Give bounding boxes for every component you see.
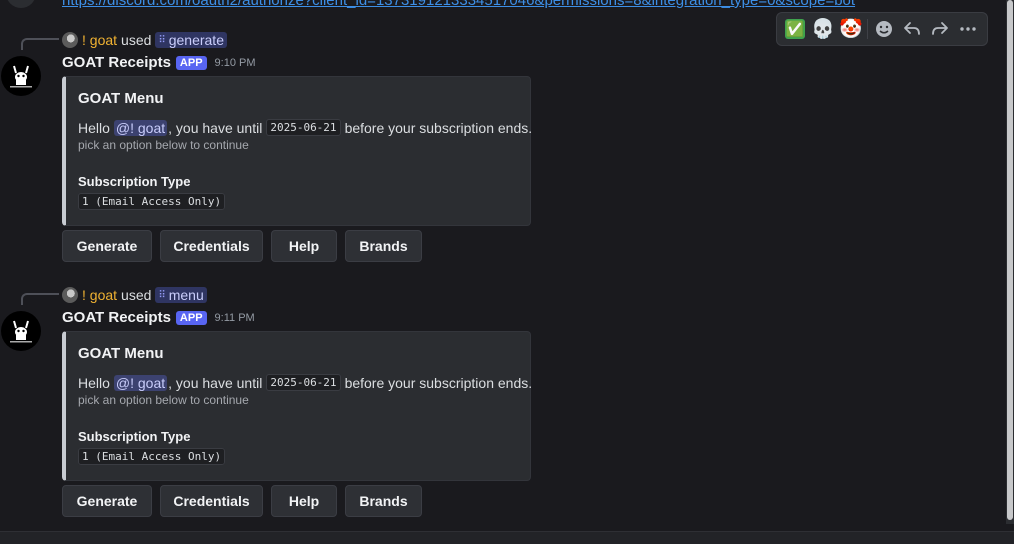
message-header: GOAT Receipts APP 9:11 PM <box>62 309 255 326</box>
timestamp[interactable]: 9:10 PM <box>215 57 256 69</box>
reply-username[interactable]: ! goat <box>82 287 117 303</box>
reply-username[interactable]: ! goat <box>82 32 117 48</box>
reply-avatar <box>62 32 78 48</box>
reply-used-label: used <box>121 32 152 48</box>
app-tag: APP <box>175 310 207 325</box>
previous-avatar[interactable] <box>6 0 36 8</box>
embed-card: GOAT Menu Hello @! goat , you have until… <box>62 331 532 481</box>
forward-icon <box>932 22 948 35</box>
command-chip[interactable]: ⠿ generate <box>155 32 227 48</box>
credentials-button[interactable]: Credentials <box>160 485 263 517</box>
expiry-date: 2025-06-21 <box>266 119 341 136</box>
field-value: 1 (Email Access Only) <box>78 192 226 210</box>
smile-icon <box>876 21 892 37</box>
command-name: generate <box>168 32 224 48</box>
embed-subtext: pick an option below to continue <box>78 393 249 407</box>
skull-icon: 💀 <box>811 19 835 40</box>
clown-icon: 🤡 <box>839 19 863 40</box>
expiry-date: 2025-06-21 <box>266 374 341 391</box>
chat-area: https://discord.com/oauth2/authorize?cli… <box>0 0 1004 532</box>
app-tag: APP <box>175 55 207 70</box>
scrollbar[interactable] <box>1006 0 1014 524</box>
command-name: menu <box>168 287 204 303</box>
author-name[interactable]: GOAT Receipts <box>62 54 171 71</box>
command-chip[interactable]: ⠿ menu <box>155 287 207 303</box>
reply-connector <box>21 293 59 305</box>
bot-avatar[interactable] <box>1 311 41 351</box>
embed-description: Hello @! goat , you have until 2025-06-2… <box>78 374 532 391</box>
add-reaction-button[interactable] <box>870 15 898 43</box>
reply-reference[interactable]: ! goat used ⠿ generate <box>62 31 227 49</box>
reply-used-label: used <box>121 287 152 303</box>
timestamp[interactable]: 9:11 PM <box>215 312 255 324</box>
slash-command-icon: ⠿ <box>158 289 166 301</box>
oauth-link[interactable]: https://discord.com/oauth2/authorize?cli… <box>62 0 882 9</box>
embed-subtext: pick an option below to continue <box>78 138 249 152</box>
help-button[interactable]: Help <box>271 230 337 262</box>
field-value: 1 (Email Access Only) <box>78 447 226 465</box>
reply-avatar <box>62 287 78 303</box>
embed-card: GOAT Menu Hello @! goat , you have until… <box>62 76 532 226</box>
check-icon: ✅ <box>785 19 805 39</box>
reaction-clown[interactable]: 🤡 <box>837 15 865 43</box>
desc-hello: Hello <box>78 119 110 136</box>
more-button[interactable] <box>954 15 982 43</box>
brands-button[interactable]: Brands <box>345 230 422 262</box>
subscription-type-value: 1 (Email Access Only) <box>78 448 226 465</box>
button-row: Generate Credentials Help Brands <box>62 230 430 262</box>
scrollbar-thumb[interactable] <box>1007 0 1013 520</box>
message-actions-toolbar: ✅ 💀 🤡 <box>776 12 988 46</box>
generate-button[interactable]: Generate <box>62 485 152 517</box>
more-icon <box>960 27 976 31</box>
field-name: Subscription Type <box>78 174 191 189</box>
user-mention[interactable]: @! goat <box>113 374 168 391</box>
reaction-skull[interactable]: 💀 <box>809 15 837 43</box>
button-row: Generate Credentials Help Brands <box>62 485 430 517</box>
brands-button[interactable]: Brands <box>345 485 422 517</box>
embed-description: Hello @! goat , you have until 2025-06-2… <box>78 119 532 136</box>
embed-title: GOAT Menu <box>78 345 164 362</box>
credentials-button[interactable]: Credentials <box>160 230 263 262</box>
user-mention[interactable]: @! goat <box>113 119 168 136</box>
desc-end: before your subscription ends. <box>344 374 533 391</box>
author-name[interactable]: GOAT Receipts <box>62 309 171 326</box>
desc-middle: , you have until <box>168 119 263 136</box>
field-name: Subscription Type <box>78 429 191 444</box>
reply-reference[interactable]: ! goat used ⠿ menu <box>62 286 207 304</box>
desc-middle: , you have until <box>168 374 263 391</box>
reply-button[interactable] <box>898 15 926 43</box>
reaction-check[interactable]: ✅ <box>781 15 809 43</box>
embed-title: GOAT Menu <box>78 90 164 107</box>
desc-hello: Hello <box>78 374 110 391</box>
reply-icon <box>904 22 920 35</box>
desc-end: before your subscription ends. <box>344 119 533 136</box>
slash-command-icon: ⠿ <box>158 34 166 46</box>
toolbar-divider <box>867 19 868 39</box>
generate-button[interactable]: Generate <box>62 230 152 262</box>
message-header: GOAT Receipts APP 9:10 PM <box>62 54 256 71</box>
reply-connector <box>21 38 59 50</box>
forward-button[interactable] <box>926 15 954 43</box>
help-button[interactable]: Help <box>271 485 337 517</box>
subscription-type-value: 1 (Email Access Only) <box>78 193 226 210</box>
bot-avatar[interactable] <box>1 56 41 96</box>
message-input-edge <box>0 531 1014 544</box>
